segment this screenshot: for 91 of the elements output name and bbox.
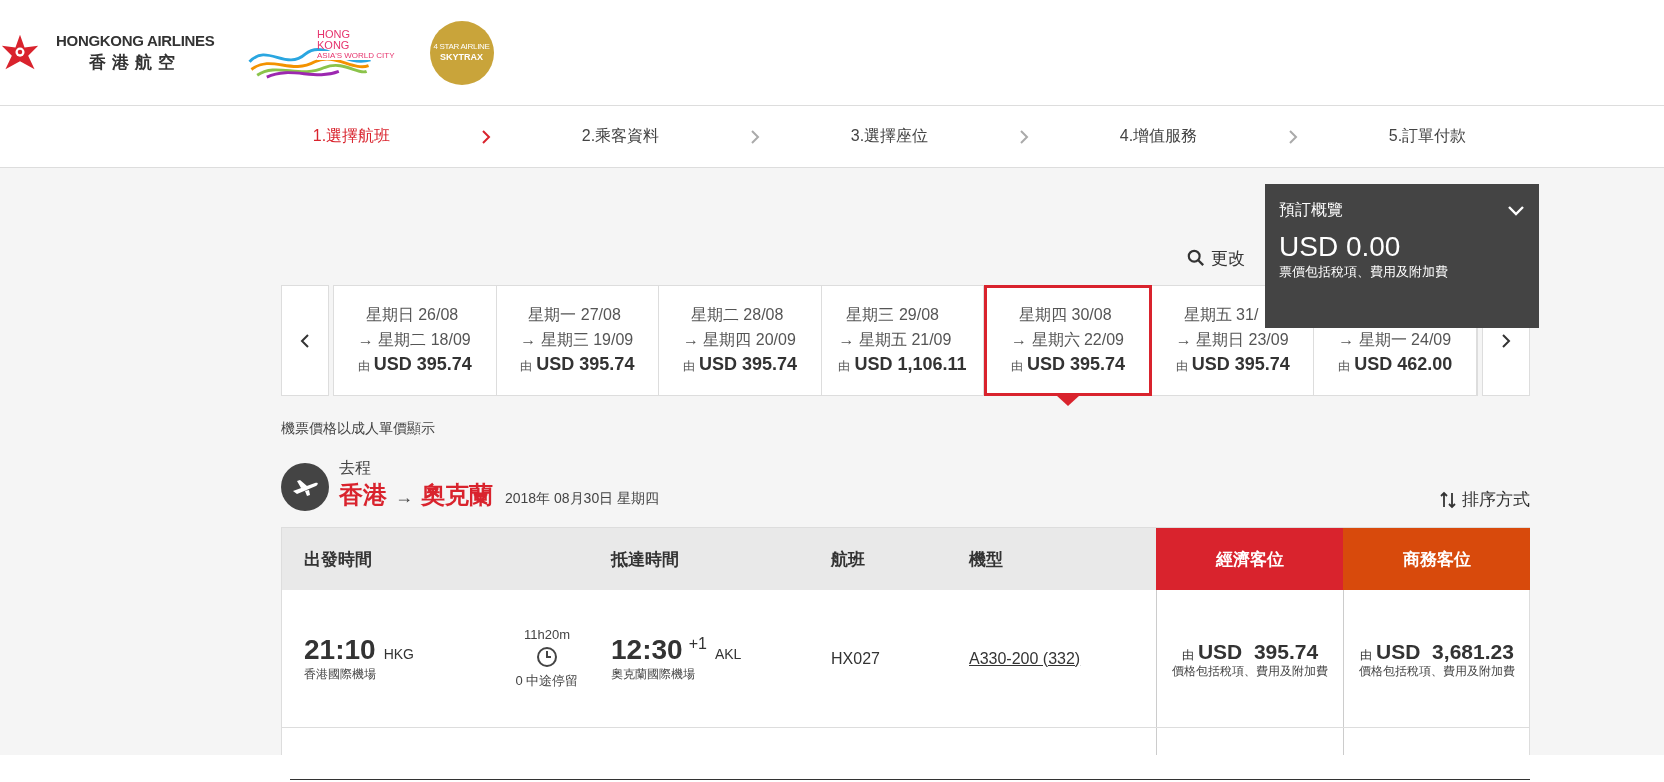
price-prefix: 由 bbox=[838, 359, 851, 373]
fare-price: USD 395.74 bbox=[536, 354, 635, 374]
airplane-icon bbox=[281, 463, 329, 511]
city-tagline: ASIA'S WORLD CITY bbox=[317, 50, 395, 60]
summary-total: USD 0.00 bbox=[1279, 231, 1402, 263]
return-date: → 星期三 19/09 bbox=[520, 330, 634, 350]
sort-button[interactable]: 排序方式 bbox=[1440, 488, 1530, 511]
selection-pointer bbox=[1056, 395, 1081, 406]
price-prefix: 由 bbox=[1011, 359, 1024, 373]
column-header: 機型 bbox=[968, 548, 1004, 571]
chevron-left-icon bbox=[300, 332, 310, 349]
departure-date: 星期五 31/ bbox=[1183, 306, 1259, 323]
chevron-right-icon bbox=[481, 128, 491, 145]
fare-price: USD 395.74 bbox=[698, 354, 797, 374]
departure-date: 星期三 29/08 bbox=[846, 306, 939, 323]
return-date: → 星期六 22/09 bbox=[1011, 330, 1124, 350]
return-date: → 星期五 21/09 bbox=[838, 330, 952, 350]
price-prefix: 由 bbox=[1338, 359, 1351, 373]
airport-code: HKG bbox=[383, 646, 414, 662]
badge-text: 4 STAR AIRLINE bbox=[433, 42, 490, 52]
fare-price: USD 395.74 bbox=[373, 354, 472, 374]
departure-date: 星期四 30/08 bbox=[1019, 306, 1112, 323]
price-note: 機票價格以成人單價顯示 bbox=[281, 420, 436, 438]
duration: 11h20m bbox=[524, 627, 570, 642]
airport-code: AKL bbox=[714, 646, 742, 662]
origin-city: 香港 bbox=[339, 480, 387, 510]
price-prefix: 由 bbox=[1175, 359, 1188, 373]
departure-date: 星期二 28/08 bbox=[690, 306, 784, 323]
airport-name: 奧克蘭國際機場 bbox=[611, 666, 696, 683]
cabin-header: 商務客位 bbox=[1343, 528, 1530, 590]
city-brand-text: HONG bbox=[317, 28, 350, 40]
chevron-down-icon[interactable] bbox=[1507, 204, 1525, 217]
fare-note: 價格包括稅項、費用及附加費 bbox=[1359, 663, 1515, 678]
leg-label: 去程 bbox=[339, 458, 372, 478]
price-prefix: 由 bbox=[682, 359, 695, 373]
destination-city: 奧克蘭 bbox=[421, 480, 493, 510]
step-tab[interactable]: 3.選擇座位 bbox=[762, 126, 1017, 147]
return-date: → 星期日 23/09 bbox=[1175, 330, 1289, 350]
step-tab[interactable]: 4.增值服務 bbox=[1031, 126, 1286, 147]
column-header: 航班 bbox=[829, 548, 866, 571]
sort-icon bbox=[1440, 490, 1456, 509]
day-offset: +1 bbox=[688, 635, 707, 652]
fare-price: USD 395.74 bbox=[1027, 354, 1126, 374]
price-prefix: 由 bbox=[1181, 646, 1194, 664]
price-prefix: 由 bbox=[520, 359, 533, 373]
travel-date: 2018年 08月30日 星期四 bbox=[505, 490, 660, 508]
departure-time: 21:10 bbox=[304, 634, 376, 665]
change-search-link[interactable]: 更改 bbox=[1187, 243, 1245, 273]
aircraft-link[interactable]: A330-200 (332) bbox=[969, 649, 1156, 668]
route-arrow: → bbox=[395, 487, 413, 508]
column-header: 抵達時間 bbox=[609, 548, 680, 571]
search-icon bbox=[1187, 249, 1205, 267]
fare-option[interactable]: 由 USD 3,681.23 價格包括稅項、費用及附加費 bbox=[1343, 590, 1530, 727]
fare-price: USD 395.74 bbox=[1197, 639, 1319, 664]
fare-price: USD 395.74 bbox=[1191, 354, 1290, 374]
step-tab[interactable]: 1.選擇航班 bbox=[224, 126, 479, 147]
step-tab[interactable]: 2.乘客資料 bbox=[493, 126, 748, 147]
return-date: → 星期四 20/09 bbox=[682, 330, 796, 350]
chevron-right-icon bbox=[1019, 128, 1029, 145]
arrival-time: 12:30 bbox=[611, 634, 683, 665]
airport-name: 香港國際機場 bbox=[304, 666, 377, 683]
chevron-right-icon bbox=[1288, 128, 1298, 145]
cabin-header: 經濟客位 bbox=[1156, 528, 1343, 590]
step-tab[interactable]: 5.訂單付款 bbox=[1300, 126, 1555, 147]
fare-price: USD 1,106.11 bbox=[854, 354, 967, 374]
fare-option[interactable]: 由 USD 395.74 價格包括稅項、費用及附加費 bbox=[1156, 590, 1343, 727]
column-header: 出發時間 bbox=[303, 548, 373, 571]
airline-name: HONGKONG AIRLINES bbox=[56, 31, 215, 49]
flight-number: HX027 bbox=[831, 649, 881, 668]
chevron-right-icon bbox=[1501, 332, 1511, 349]
stops: 0 中途停留 bbox=[515, 672, 579, 690]
summary-note: 票價包括稅項、費用及附加費 bbox=[1279, 263, 1449, 281]
price-prefix: 由 bbox=[1360, 646, 1373, 664]
return-date: → 星期二 18/09 bbox=[357, 330, 471, 350]
date-card[interactable]: 星期日 26/08 → 星期二 18/09 由 USD 395.74 bbox=[334, 286, 497, 395]
summary-title: 預訂概覽 bbox=[1279, 200, 1343, 220]
fare-price: USD 3,681.23 bbox=[1376, 639, 1514, 664]
chevron-right-icon bbox=[750, 128, 760, 145]
fare-price: USD 462.00 bbox=[1354, 354, 1453, 374]
city-brand-text: KONG bbox=[317, 39, 350, 51]
date-card[interactable]: 星期三 29/08 → 星期五 21/09 由 USD 1,106.11 bbox=[821, 286, 985, 395]
date-card[interactable]: 星期一 27/08 → 星期三 19/09 由 USD 395.74 bbox=[496, 286, 660, 395]
date-card[interactable]: 星期二 28/08 → 星期四 20/09 由 USD 395.74 bbox=[659, 286, 822, 395]
departure-date: 星期日 26/08 bbox=[365, 306, 459, 323]
clock-icon bbox=[536, 646, 558, 668]
airline-name-chinese: 香港航空 bbox=[89, 51, 182, 74]
fare-note: 價格包括稅項、費用及附加費 bbox=[1172, 663, 1328, 678]
price-prefix: 由 bbox=[357, 359, 370, 373]
return-date: → 星期一 24/09 bbox=[1338, 330, 1452, 350]
departure-date: 星期一 27/08 bbox=[528, 306, 621, 323]
badge-text: SKYTRAX bbox=[440, 52, 484, 63]
